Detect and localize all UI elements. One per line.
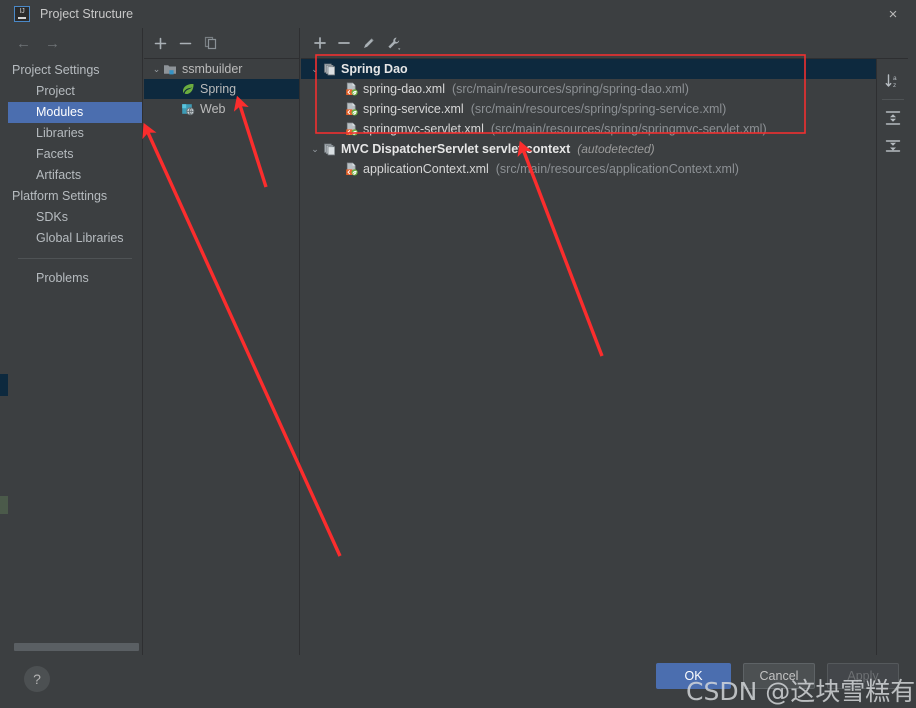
collapse-all-icon[interactable] xyxy=(884,132,902,160)
spring-context-name: Spring Dao xyxy=(341,62,408,76)
module-tree-label: Web xyxy=(200,102,226,116)
forward-arrow-icon[interactable]: → xyxy=(45,36,60,51)
module-tree-row[interactable]: ⌄ ssmbuilder xyxy=(144,59,299,79)
contexts-content: ⌄ Spring Dao spring-dao.xml (src/main/resou… xyxy=(301,58,908,655)
config-file-name: applicationContext.xml xyxy=(363,162,489,176)
modules-panel: ⌄ ssmbuilder Spring Web xyxy=(144,28,300,655)
module-folder-icon xyxy=(163,62,177,76)
project-structure-dialog: IJ Project Structure × ← → Project Setti… xyxy=(0,0,916,708)
settings-sidebar: ← → Project Settings Project Modules Librar… xyxy=(8,28,143,655)
contexts-tree[interactable]: ⌄ Spring Dao spring-dao.xml (src/main/resou… xyxy=(301,59,876,655)
svg-text:z: z xyxy=(893,82,896,89)
spring-context-icon xyxy=(323,62,337,76)
spring-context-note: (autodetected) xyxy=(577,142,655,156)
spring-contexts-panel: ⌄ Spring Dao spring-dao.xml (src/main/resou… xyxy=(301,28,908,655)
spring-context-icon xyxy=(323,142,337,156)
help-button[interactable]: ? xyxy=(24,666,50,692)
intellij-logo-bar xyxy=(18,17,26,19)
intellij-logo-text: IJ xyxy=(19,8,25,15)
config-file-name: springmvc-servlet.xml xyxy=(363,122,484,136)
sidebar-item-global-libraries[interactable]: Global Libraries xyxy=(8,228,142,249)
close-icon[interactable]: × xyxy=(870,0,916,28)
spring-config-file-row[interactable]: applicationContext.xml (src/main/resource… xyxy=(301,159,876,179)
chevron-down-icon[interactable]: ⌄ xyxy=(150,64,163,75)
sidebar-item-modules[interactable]: Modules xyxy=(8,102,142,123)
intellij-logo-icon: IJ xyxy=(14,6,30,22)
spring-config-file-row[interactable]: spring-dao.xml (src/main/resources/spring… xyxy=(301,79,876,99)
configure-wrench-button[interactable] xyxy=(386,36,402,51)
sidebar-item-libraries[interactable]: Libraries xyxy=(8,123,142,144)
title-bar: IJ Project Structure × xyxy=(0,0,916,28)
contexts-toolbar xyxy=(301,28,908,58)
spring-context-row[interactable]: ⌄ Spring Dao xyxy=(301,59,876,79)
edge-artifact-green xyxy=(0,496,8,514)
module-tree-label: Spring xyxy=(200,82,237,96)
modules-toolbar xyxy=(144,28,299,58)
sidebar-item-artifacts[interactable]: Artifacts xyxy=(8,165,142,186)
spring-config-file-row[interactable]: springmvc-servlet.xml (src/main/resources… xyxy=(301,119,876,139)
svg-text:a: a xyxy=(893,75,897,82)
module-tree-row[interactable]: Spring xyxy=(144,79,299,99)
chevron-down-icon[interactable]: ⌄ xyxy=(307,64,323,75)
spring-xml-file-icon xyxy=(345,82,359,96)
sidebar-item-platform-settings: Platform Settings xyxy=(12,189,108,203)
sort-az-icon[interactable]: a z xyxy=(884,67,902,95)
module-tree-label: ssmbuilder xyxy=(182,62,243,76)
sidebar-item-sdks[interactable]: SDKs xyxy=(8,207,142,228)
add-module-button[interactable] xyxy=(154,37,167,50)
spring-xml-file-icon xyxy=(345,162,359,176)
spring-leaf-icon xyxy=(181,82,195,96)
sidebar-item-project-settings: Project Settings xyxy=(12,63,100,77)
sidebar-item-project[interactable]: Project xyxy=(8,81,142,102)
spring-config-file-row[interactable]: spring-service.xml (src/main/resources/sp… xyxy=(301,99,876,119)
add-context-button[interactable] xyxy=(313,36,327,50)
spring-context-name: MVC DispatcherServlet servlet context xyxy=(341,142,571,156)
window-title: Project Structure xyxy=(40,7,134,21)
copy-module-button[interactable] xyxy=(204,36,218,50)
sidebar-item-problems[interactable]: Problems xyxy=(8,268,142,289)
web-facet-icon xyxy=(181,102,195,116)
contexts-side-toolbar: a z xyxy=(876,59,908,655)
config-file-name: spring-service.xml xyxy=(363,102,464,116)
module-tree-row[interactable]: Web xyxy=(144,99,299,119)
edit-context-button[interactable] xyxy=(361,36,376,51)
edge-artifact-blue xyxy=(0,374,8,396)
spring-context-row[interactable]: ⌄ MVC DispatcherServlet servlet context (a… xyxy=(301,139,876,159)
sidebar-item-list: Project Settings Project Modules Libraries F… xyxy=(8,58,142,289)
expand-all-icon[interactable] xyxy=(884,104,902,132)
config-file-path: (src/main/resources/applicationContext.x… xyxy=(495,162,739,176)
modules-tree[interactable]: ⌄ ssmbuilder Spring Web xyxy=(144,58,299,655)
config-file-path: (src/main/resources/spring/spring-dao.xm… xyxy=(451,82,689,96)
remove-context-button[interactable] xyxy=(337,36,351,50)
sidebar-navigation: ← → xyxy=(8,28,142,58)
back-arrow-icon[interactable]: ← xyxy=(16,36,31,51)
chevron-down-icon[interactable]: ⌄ xyxy=(307,144,323,155)
sidebar-divider xyxy=(18,258,132,259)
remove-module-button[interactable] xyxy=(179,37,192,50)
sidebar-horizontal-scrollbar[interactable] xyxy=(14,643,139,651)
config-file-path: (src/main/resources/spring/spring-servic… xyxy=(470,102,727,116)
config-file-name: spring-dao.xml xyxy=(363,82,445,96)
dialog-body: ← → Project Settings Project Modules Librar… xyxy=(8,28,908,658)
spring-xml-file-icon xyxy=(345,122,359,136)
spring-xml-file-icon xyxy=(345,102,359,116)
side-toolbar-divider xyxy=(881,99,904,100)
config-file-path: (src/main/resources/spring/springmvc-ser… xyxy=(490,122,767,136)
sidebar-item-facets[interactable]: Facets xyxy=(8,144,142,165)
csdn-watermark: CSDN @这块雪糕有点冷 xyxy=(686,677,916,706)
